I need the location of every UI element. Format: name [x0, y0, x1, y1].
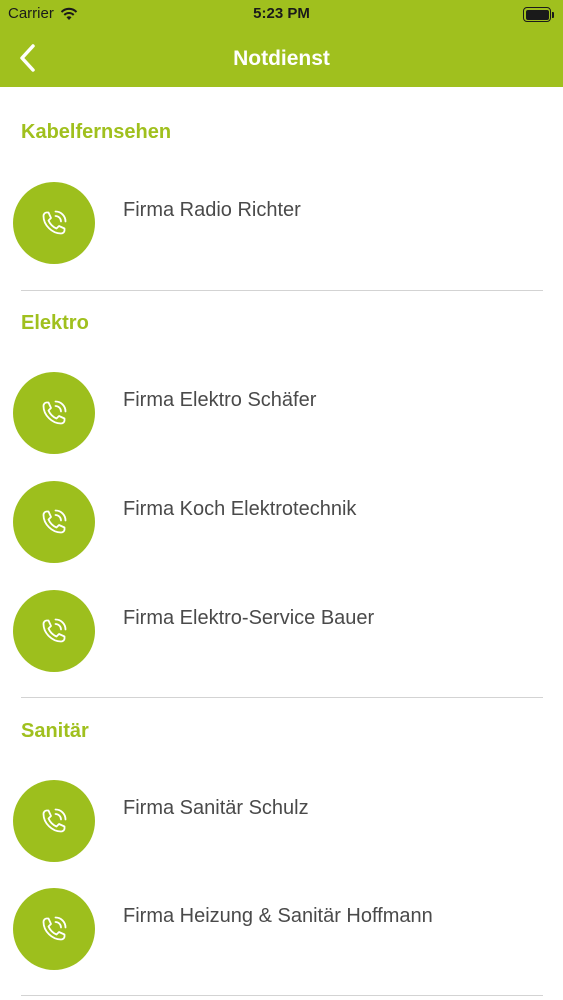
contact-name: Firma Koch Elektrotechnik [123, 498, 357, 520]
phone-call-icon [42, 509, 67, 534]
page-title: Notdienst [233, 47, 330, 70]
section-title: Sanitär [21, 720, 89, 742]
battery-tip [552, 11, 554, 18]
call-button[interactable] [13, 780, 95, 862]
call-button[interactable] [13, 481, 95, 563]
contact-list-item[interactable]: Firma Elektro Schäfer [0, 372, 563, 472]
contact-name: Firma Heizung & Sanitär Hoffmann [123, 905, 433, 927]
phone-call-icon [42, 400, 67, 425]
section-divider [21, 697, 543, 698]
call-button[interactable] [13, 182, 95, 264]
phone-call-icon [42, 210, 67, 235]
section-divider [21, 995, 543, 996]
contact-list-item[interactable]: Firma Sanitär Schulz [0, 780, 563, 880]
phone-call-icon [42, 916, 67, 941]
section-divider [21, 290, 543, 291]
contact-name: Firma Elektro-Service Bauer [123, 607, 375, 629]
contact-name: Firma Sanitär Schulz [123, 797, 309, 819]
call-button[interactable] [13, 888, 95, 970]
call-button[interactable] [13, 372, 95, 454]
contact-list-item[interactable]: Firma Elektro-Service Bauer [0, 590, 563, 690]
contact-list-item[interactable]: Firma Heizung & Sanitär Hoffmann [0, 888, 563, 988]
contact-list-item[interactable]: Firma Koch Elektrotechnik [0, 481, 563, 581]
phone-call-icon [42, 618, 67, 643]
contact-list-item[interactable]: Firma Radio Richter [0, 182, 563, 282]
battery-fill [525, 9, 549, 20]
call-button[interactable] [13, 590, 95, 672]
navigation-bar: Notdienst [0, 30, 563, 87]
battery-body [523, 7, 551, 22]
battery-icon [523, 7, 555, 22]
section-title: Elektro [21, 312, 89, 334]
status-bar: Carrier 5:23 PM [0, 0, 563, 30]
section-title: Kabelfernsehen [21, 121, 172, 143]
contact-name: Firma Elektro Schäfer [123, 389, 317, 411]
phone-call-icon [42, 808, 67, 833]
contact-name: Firma Radio Richter [123, 199, 301, 221]
status-time: 5:23 PM [253, 5, 310, 22]
